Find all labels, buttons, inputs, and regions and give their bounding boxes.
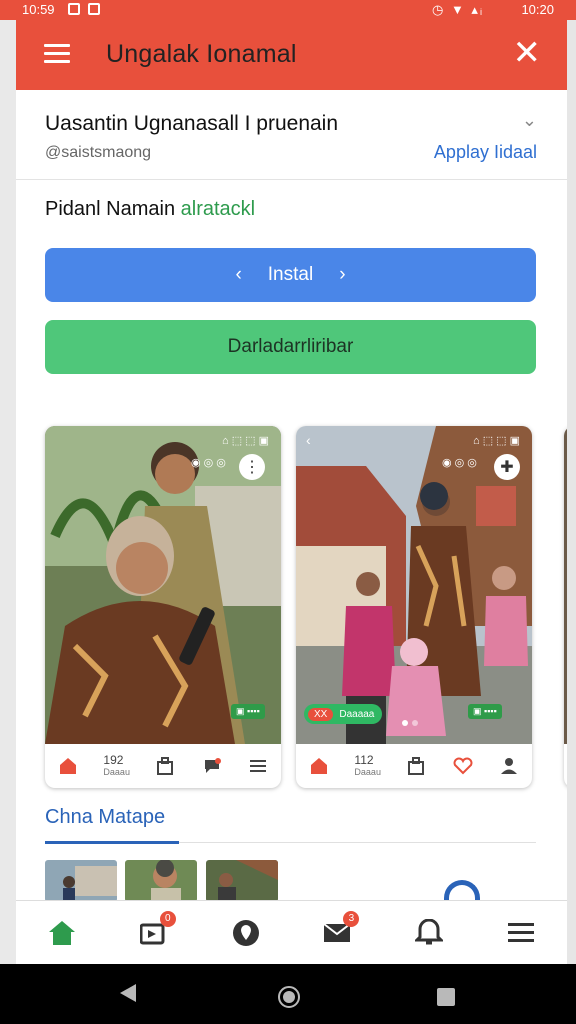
download-label: Darladarrliribar: [227, 336, 354, 357]
card-overlay-icons: ◉ ◎ ◎: [442, 457, 477, 469]
messages-badge: 3: [343, 910, 360, 927]
back-icon[interactable]: ‹: [306, 432, 311, 448]
heart-icon[interactable]: [452, 755, 474, 777]
status-time-right: 10:20: [521, 2, 554, 17]
download-button[interactable]: Darladarrliribar: [45, 320, 536, 374]
main-sheet: Uasantin Ugnanasall I pruenain ⌄ @saists…: [16, 90, 567, 964]
tab-home[interactable]: [46, 917, 78, 949]
menu-icon[interactable]: [247, 755, 269, 777]
home-icon[interactable]: [57, 755, 79, 777]
live-pill[interactable]: XX Daaaaa: [304, 704, 383, 724]
tab-notifications[interactable]: [413, 917, 445, 949]
hamburger-icon[interactable]: [44, 44, 70, 64]
video-card-1[interactable]: ⌂ ⬚ ⬚ ▣ ⋮ ◉ ◎ ◎ ▣ ▪▪▪▪ 192 Daaau: [45, 426, 281, 788]
card-photo-2[interactable]: ⌂ ⬚ ⬚ ▣ ‹ ◉ ◎ ◎ ✚ XX Daaaaa ▣ ▪▪▪▪: [296, 426, 532, 744]
system-nav-bar: [0, 964, 576, 1024]
app-title: Ungalak Ionamal: [106, 40, 297, 68]
background-edge: [567, 20, 576, 964]
section-title[interactable]: Chna Matape: [45, 806, 165, 829]
card-photo-3[interactable]: [564, 426, 567, 744]
chevron-down-icon[interactable]: ⌄: [522, 110, 537, 131]
card-status-icons: ⌂ ⬚ ⬚ ▣: [222, 435, 269, 447]
page-dots: [402, 720, 418, 726]
card-overlay-icons: ◉ ◎ ◎: [191, 457, 226, 469]
home-icon[interactable]: [308, 755, 330, 777]
chevron-left-icon: ‹: [235, 264, 242, 285]
bell-icon: [415, 918, 444, 944]
bottom-tab-bar: 0 3: [16, 900, 567, 964]
live-badge: ▣ ▪▪▪▪: [231, 704, 265, 719]
home-circle-icon[interactable]: [278, 986, 300, 1008]
videos-badge: 0: [159, 910, 176, 927]
thumbnail-1[interactable]: [45, 860, 117, 902]
status-bar: 10:59 ◷ ▼ ▴ᵢ 10:20: [0, 0, 576, 20]
status-line: Pidanl Namain alratackl: [45, 198, 255, 221]
profile-header: Uasantin Ugnanasall I pruenain ⌄ @saists…: [16, 90, 567, 180]
card-count: 192 Daaau: [103, 753, 130, 777]
close-icon[interactable]: ✕: [513, 36, 542, 70]
card-count: 112 Daaau: [354, 753, 381, 777]
add-icon[interactable]: ✚: [494, 454, 520, 480]
section-underline: [45, 841, 179, 844]
status-notification-icons: [68, 3, 100, 15]
card-action-bar: 192 Daaau: [45, 744, 281, 788]
profile-name: Uasantin Ugnanasall I pruenain: [45, 112, 339, 135]
status-label: Pidanl Namain: [45, 198, 176, 220]
person-icon[interactable]: [498, 755, 520, 777]
card-status-icons: ⌂ ⬚ ⬚ ▣: [473, 435, 520, 447]
thumbnail-2[interactable]: [125, 860, 197, 902]
video-card-2[interactable]: ⌂ ⬚ ⬚ ▣ ‹ ◉ ◎ ◎ ✚ XX Daaaaa ▣ ▪▪▪▪ 112 Da…: [296, 426, 532, 788]
status-value: alratackl: [180, 198, 256, 220]
install-label: Instal: [267, 264, 314, 285]
profile-handle: @saistsmaong: [45, 144, 152, 161]
bag-icon[interactable]: [154, 755, 176, 777]
signal-icon: ◷ ▼ ▴ᵢ: [431, 2, 484, 17]
home-icon: [48, 920, 75, 945]
comment-icon[interactable]: [201, 755, 223, 777]
card-photo-1[interactable]: ⌂ ⬚ ⬚ ▣ ⋮ ◉ ◎ ◎ ▣ ▪▪▪▪: [45, 426, 281, 744]
video-card-3[interactable]: [564, 426, 567, 788]
status-time-left: 10:59: [22, 2, 55, 17]
back-icon[interactable]: [120, 984, 136, 1002]
install-button[interactable]: ‹ Instal ›: [45, 248, 536, 302]
tab-messages[interactable]: 3: [321, 910, 360, 949]
menu-icon: [508, 922, 535, 942]
tab-videos[interactable]: 0: [138, 910, 176, 949]
chevron-right-icon: ›: [339, 264, 346, 285]
more-options-icon[interactable]: ⋮: [239, 454, 265, 480]
apply-link[interactable]: Applay Iidaal: [434, 142, 537, 163]
bag-icon[interactable]: [405, 755, 427, 777]
live-badge: ▣ ▪▪▪▪: [468, 704, 502, 719]
app-bar: Ungalak Ionamal ✕: [16, 20, 567, 90]
recents-icon[interactable]: [437, 988, 455, 1006]
tab-menu[interactable]: [505, 917, 537, 949]
tab-location[interactable]: [230, 917, 262, 949]
location-icon: [232, 919, 259, 946]
thumbnail-3[interactable]: [206, 860, 278, 902]
card-action-bar: 112 Daaau: [296, 744, 532, 788]
